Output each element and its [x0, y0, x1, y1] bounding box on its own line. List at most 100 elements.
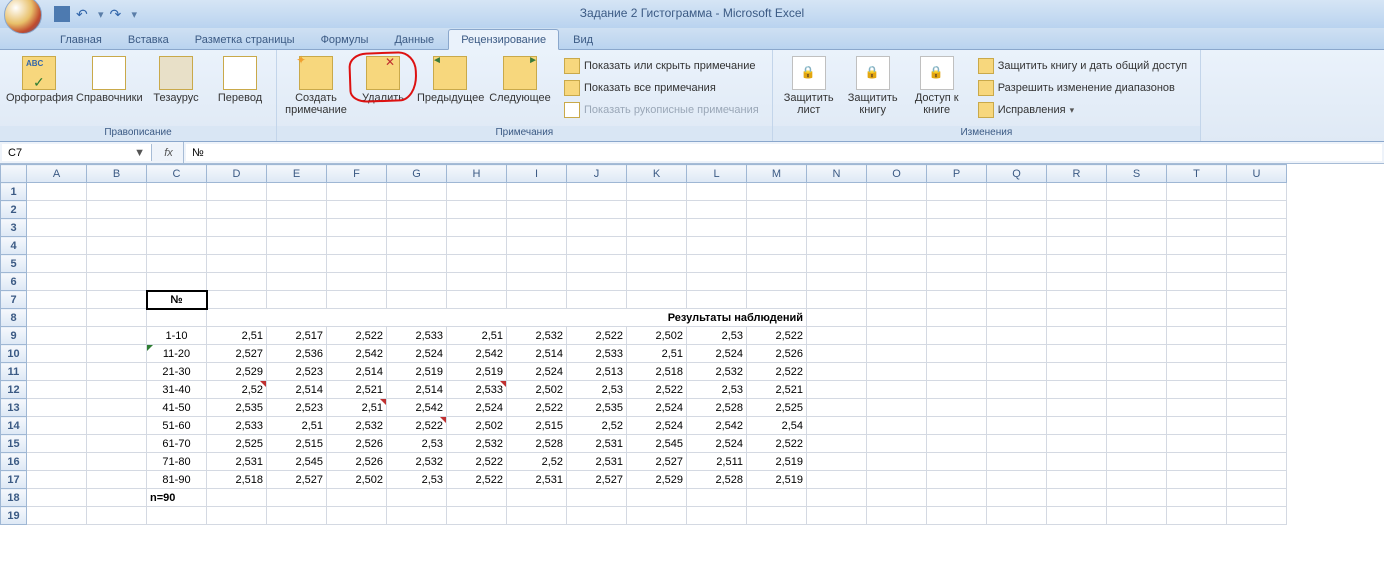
cell-Q15[interactable]: [987, 435, 1047, 453]
cell-O6[interactable]: [867, 273, 927, 291]
cell-N5[interactable]: [807, 255, 867, 273]
cell-I17[interactable]: 2,531: [507, 471, 567, 489]
cell-N2[interactable]: [807, 201, 867, 219]
cell-C3[interactable]: [147, 219, 207, 237]
cell-N10[interactable]: [807, 345, 867, 363]
cell-J15[interactable]: 2,531: [567, 435, 627, 453]
save-icon[interactable]: [54, 6, 70, 22]
cell-O11[interactable]: [867, 363, 927, 381]
cell-Q18[interactable]: [987, 489, 1047, 507]
col-header-H[interactable]: H: [447, 165, 507, 183]
cell-D18[interactable]: [207, 489, 267, 507]
cell-O13[interactable]: [867, 399, 927, 417]
cell-D7[interactable]: [207, 291, 267, 309]
cell-F19[interactable]: [327, 507, 387, 525]
cell-Q9[interactable]: [987, 327, 1047, 345]
cell-L5[interactable]: [687, 255, 747, 273]
cell-N11[interactable]: [807, 363, 867, 381]
cell-A16[interactable]: [27, 453, 87, 471]
cell-T15[interactable]: [1167, 435, 1227, 453]
cell-N12[interactable]: [807, 381, 867, 399]
cell-F7[interactable]: [327, 291, 387, 309]
col-header-E[interactable]: E: [267, 165, 327, 183]
row-header-8[interactable]: 8: [1, 309, 27, 327]
cell-M3[interactable]: [747, 219, 807, 237]
cell-K2[interactable]: [627, 201, 687, 219]
cell-Q2[interactable]: [987, 201, 1047, 219]
cell-T19[interactable]: [1167, 507, 1227, 525]
cell-M10[interactable]: 2,526: [747, 345, 807, 363]
cell-H4[interactable]: [447, 237, 507, 255]
cell-H12[interactable]: 2,533: [447, 381, 507, 399]
cell-Q7[interactable]: [987, 291, 1047, 309]
cell-S19[interactable]: [1107, 507, 1167, 525]
cell-T18[interactable]: [1167, 489, 1227, 507]
col-header-F[interactable]: F: [327, 165, 387, 183]
cell-O15[interactable]: [867, 435, 927, 453]
cell-N3[interactable]: [807, 219, 867, 237]
row-header-15[interactable]: 15: [1, 435, 27, 453]
cell-S10[interactable]: [1107, 345, 1167, 363]
cell-P8[interactable]: [927, 309, 987, 327]
cell-J9[interactable]: 2,522: [567, 327, 627, 345]
cell-G2[interactable]: [387, 201, 447, 219]
cell-H7[interactable]: [447, 291, 507, 309]
cell-Q16[interactable]: [987, 453, 1047, 471]
cell-R13[interactable]: [1047, 399, 1107, 417]
cell-Q17[interactable]: [987, 471, 1047, 489]
cell-L16[interactable]: 2,511: [687, 453, 747, 471]
spelling-button[interactable]: Орфография: [6, 54, 72, 104]
cell-G7[interactable]: [387, 291, 447, 309]
cell-I11[interactable]: 2,524: [507, 363, 567, 381]
cell-A10[interactable]: [27, 345, 87, 363]
cell-P5[interactable]: [927, 255, 987, 273]
col-header-P[interactable]: P: [927, 165, 987, 183]
cell-F4[interactable]: [327, 237, 387, 255]
cell-D4[interactable]: [207, 237, 267, 255]
cell-G11[interactable]: 2,519: [387, 363, 447, 381]
row-header-12[interactable]: 12: [1, 381, 27, 399]
col-header-S[interactable]: S: [1107, 165, 1167, 183]
cell-M4[interactable]: [747, 237, 807, 255]
row-header-17[interactable]: 17: [1, 471, 27, 489]
cell-N8[interactable]: [807, 309, 867, 327]
cell-K18[interactable]: [627, 489, 687, 507]
cell-E3[interactable]: [267, 219, 327, 237]
cell-H5[interactable]: [447, 255, 507, 273]
cell-C17[interactable]: 81-90: [147, 471, 207, 489]
cell-O8[interactable]: [867, 309, 927, 327]
cell-F14[interactable]: 2,532: [327, 417, 387, 435]
tab-home[interactable]: Главная: [48, 30, 114, 49]
cell-L3[interactable]: [687, 219, 747, 237]
cell-U2[interactable]: [1227, 201, 1287, 219]
protect-sheet-button[interactable]: Защитить лист: [779, 54, 839, 116]
cell-F6[interactable]: [327, 273, 387, 291]
cell-A17[interactable]: [27, 471, 87, 489]
cell-D6[interactable]: [207, 273, 267, 291]
cell-J6[interactable]: [567, 273, 627, 291]
cell-I1[interactable]: [507, 183, 567, 201]
cell-D9[interactable]: 2,51: [207, 327, 267, 345]
tab-page-layout[interactable]: Разметка страницы: [183, 30, 307, 49]
cell-M2[interactable]: [747, 201, 807, 219]
cell-J10[interactable]: 2,533: [567, 345, 627, 363]
cell-O9[interactable]: [867, 327, 927, 345]
cell-F11[interactable]: 2,514: [327, 363, 387, 381]
cell-B8[interactable]: [87, 309, 147, 327]
cell-A6[interactable]: [27, 273, 87, 291]
cell-E1[interactable]: [267, 183, 327, 201]
col-header-Q[interactable]: Q: [987, 165, 1047, 183]
select-all-corner[interactable]: [1, 165, 27, 183]
cell-R8[interactable]: [1047, 309, 1107, 327]
row-header-16[interactable]: 16: [1, 453, 27, 471]
cell-C14[interactable]: 51-60: [147, 417, 207, 435]
cell-A3[interactable]: [27, 219, 87, 237]
row-header-3[interactable]: 3: [1, 219, 27, 237]
cell-K4[interactable]: [627, 237, 687, 255]
cell-L18[interactable]: [687, 489, 747, 507]
cell-P9[interactable]: [927, 327, 987, 345]
cell-D12[interactable]: 2,52: [207, 381, 267, 399]
cell-J3[interactable]: [567, 219, 627, 237]
cell-D13[interactable]: 2,535: [207, 399, 267, 417]
cell-G9[interactable]: 2,533: [387, 327, 447, 345]
